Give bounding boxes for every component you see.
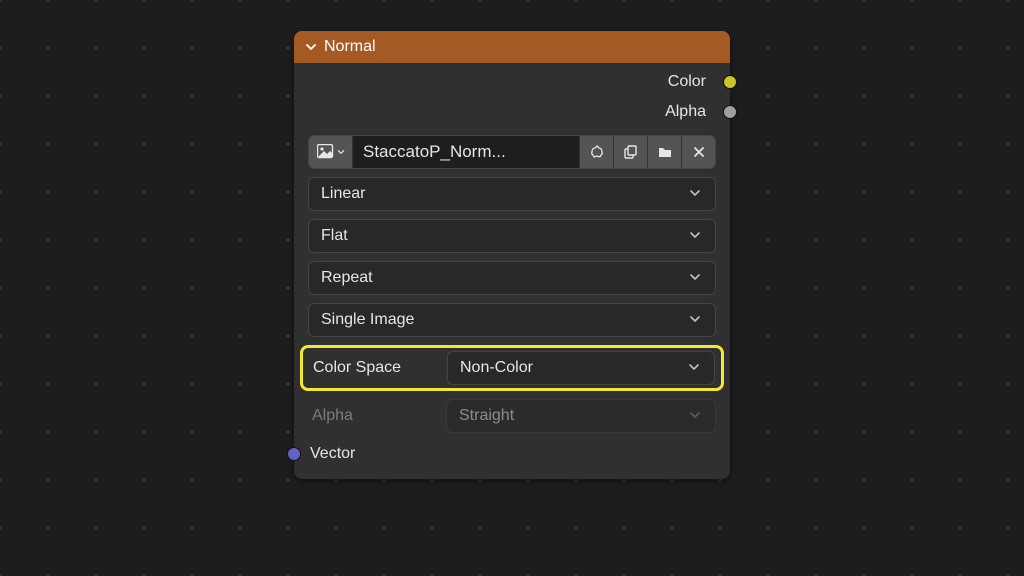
socket-color-icon[interactable] bbox=[723, 75, 737, 89]
output-socket-alpha[interactable]: Alpha bbox=[294, 97, 730, 127]
dropdown-value: Flat bbox=[321, 227, 348, 245]
dropdown-value: Linear bbox=[321, 185, 365, 203]
dropdown-value: Straight bbox=[459, 407, 514, 425]
color-space-dropdown[interactable]: Non-Color bbox=[447, 351, 715, 385]
open-image-button[interactable] bbox=[647, 136, 681, 168]
fake-user-button[interactable] bbox=[579, 136, 613, 168]
image-browse-button[interactable] bbox=[309, 136, 353, 168]
alpha-mode-dropdown: Straight bbox=[446, 399, 716, 433]
input-socket-vector[interactable]: Vector bbox=[294, 439, 730, 469]
chevron-down-icon bbox=[689, 271, 703, 285]
projection-dropdown[interactable]: Flat bbox=[308, 219, 716, 253]
socket-vector-icon[interactable] bbox=[287, 447, 301, 461]
color-space-row: Color Space Non-Color bbox=[309, 351, 715, 385]
dropdown-value: Non-Color bbox=[460, 359, 533, 377]
image-name-field[interactable]: StaccatoP_Norm... bbox=[353, 136, 579, 168]
chevron-down-icon bbox=[304, 40, 318, 54]
input-label: Vector bbox=[310, 445, 355, 463]
new-image-button[interactable] bbox=[613, 136, 647, 168]
socket-alpha-icon[interactable] bbox=[723, 105, 737, 119]
image-datablock-row: StaccatoP_Norm... bbox=[308, 135, 716, 169]
node-body: Color Alpha StaccatoP_Norm... bbox=[294, 63, 730, 479]
chevron-down-icon bbox=[689, 187, 703, 201]
node-title: Normal bbox=[324, 38, 376, 56]
color-space-label: Color Space bbox=[309, 359, 439, 377]
unlink-image-button[interactable] bbox=[681, 136, 715, 168]
chevron-down-icon bbox=[689, 409, 703, 423]
alpha-mode-label: Alpha bbox=[308, 407, 438, 425]
chevron-down-icon bbox=[689, 229, 703, 243]
output-label: Color bbox=[668, 73, 706, 91]
image-texture-node[interactable]: Normal Color Alpha Stac bbox=[294, 31, 730, 479]
interpolation-dropdown[interactable]: Linear bbox=[308, 177, 716, 211]
color-space-highlight: Color Space Non-Color bbox=[300, 345, 724, 391]
extension-dropdown[interactable]: Repeat bbox=[308, 261, 716, 295]
node-header[interactable]: Normal bbox=[294, 31, 730, 63]
dropdown-value: Single Image bbox=[321, 311, 414, 329]
dropdown-value: Repeat bbox=[321, 269, 373, 287]
chevron-down-icon bbox=[689, 313, 703, 327]
chevron-down-icon bbox=[688, 361, 702, 375]
image-name-text: StaccatoP_Norm... bbox=[363, 142, 506, 162]
output-label: Alpha bbox=[665, 103, 706, 121]
output-socket-color[interactable]: Color bbox=[294, 67, 730, 97]
alpha-mode-row: Alpha Straight bbox=[308, 399, 716, 433]
source-dropdown[interactable]: Single Image bbox=[308, 303, 716, 337]
